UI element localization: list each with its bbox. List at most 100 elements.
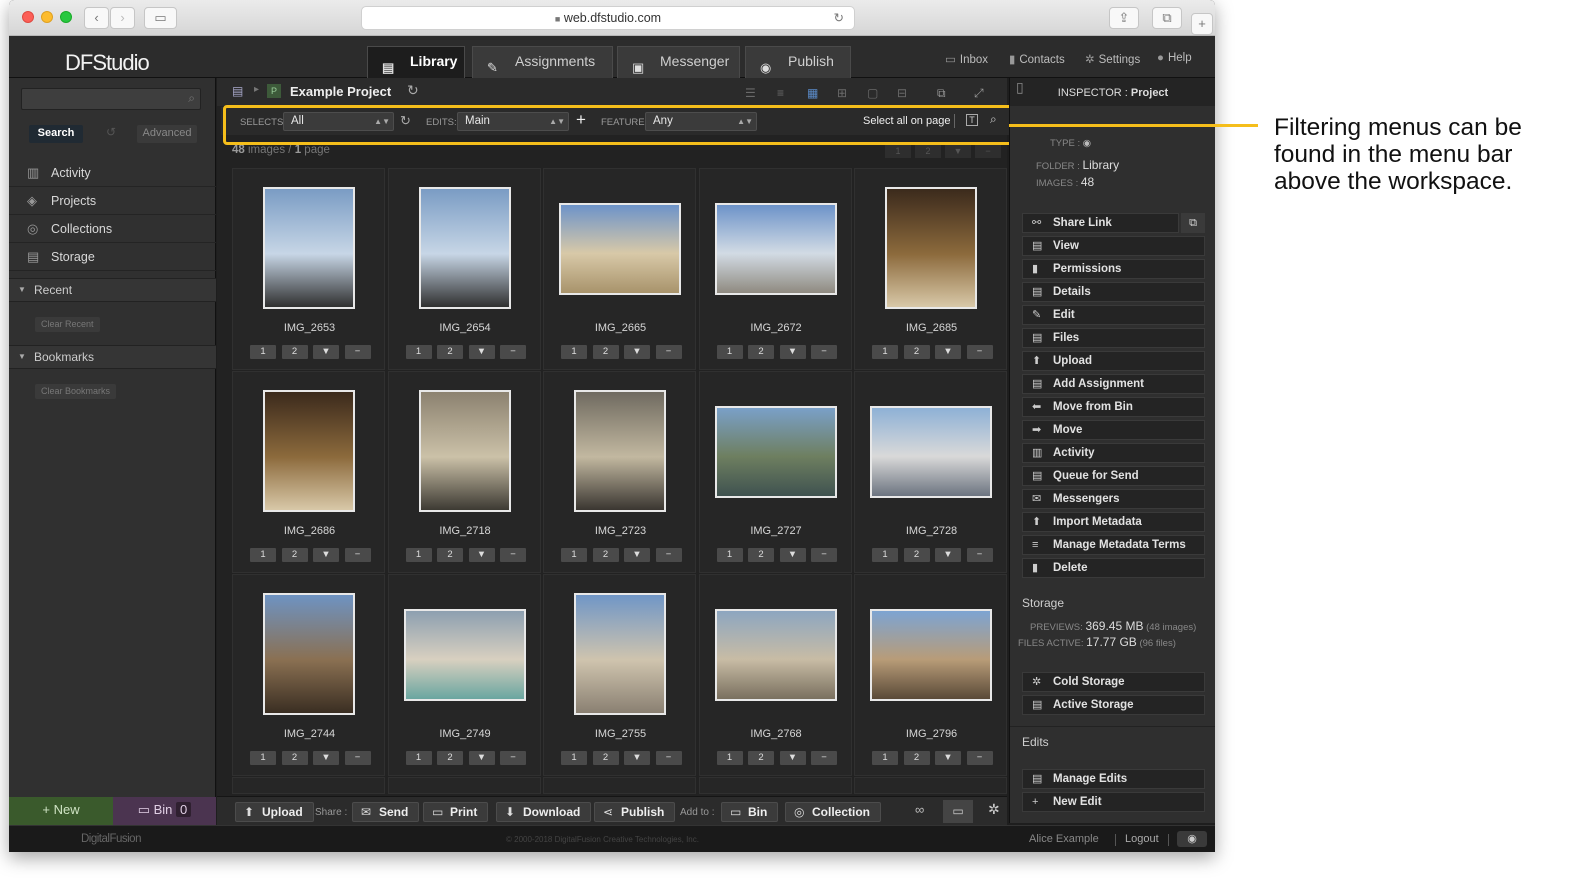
settings-link[interactable]: ✲ Settings bbox=[1085, 52, 1140, 66]
reject-button[interactable]: ▼ bbox=[935, 751, 961, 765]
image-cell[interactable] bbox=[387, 777, 541, 794]
select-2-button[interactable]: 2 bbox=[437, 345, 463, 359]
clear-button[interactable]: − bbox=[655, 751, 682, 765]
pager-reject[interactable]: ▼ bbox=[945, 144, 971, 158]
clear-bookmarks-button[interactable]: Clear Bookmarks bbox=[35, 384, 117, 399]
advanced-search-button[interactable]: Advanced bbox=[137, 125, 197, 143]
view-button[interactable]: ▤ View bbox=[1022, 236, 1205, 256]
image-thumbnail[interactable] bbox=[263, 187, 355, 309]
select-1-button[interactable]: 1 bbox=[405, 548, 432, 562]
manage-metadata-terms-button[interactable]: ≡ Manage Metadata Terms bbox=[1022, 535, 1205, 555]
clear-button[interactable]: − bbox=[344, 345, 371, 359]
close-window-button[interactable] bbox=[22, 11, 34, 23]
clear-button[interactable]: − bbox=[500, 345, 526, 359]
image-cell[interactable] bbox=[854, 777, 1007, 794]
tab-library[interactable]: ▤ Library bbox=[367, 46, 465, 78]
cold-storage-button[interactable]: ✲ Cold Storage bbox=[1022, 672, 1205, 692]
reject-button[interactable]: ▼ bbox=[468, 751, 495, 765]
reject-button[interactable]: ▼ bbox=[624, 345, 650, 359]
image-thumbnail[interactable] bbox=[574, 593, 666, 715]
clear-button[interactable]: − bbox=[811, 345, 837, 359]
image-cell[interactable]: IMG_2768 1 2 ▼ − bbox=[698, 574, 852, 776]
reject-button[interactable]: ▼ bbox=[624, 548, 650, 562]
select-1-button[interactable]: 1 bbox=[872, 548, 898, 562]
move-button[interactable]: ➡ Move bbox=[1022, 420, 1205, 440]
pager-clear[interactable]: − bbox=[975, 144, 1001, 158]
manage-edits-button[interactable]: ▤ Manage Edits bbox=[1022, 769, 1205, 789]
image-cell[interactable]: IMG_2685 1 2 ▼ − bbox=[854, 168, 1007, 370]
select-1-button[interactable]: 1 bbox=[872, 345, 898, 359]
upload-button[interactable]: ⬆ Upload bbox=[235, 802, 314, 822]
details-button[interactable]: ▤ Details bbox=[1022, 282, 1205, 302]
copy-link-icon[interactable]: ⧉ bbox=[1181, 213, 1205, 233]
clear-button[interactable]: − bbox=[966, 751, 993, 765]
download-button[interactable]: ⬇ Download bbox=[496, 802, 592, 822]
add-to-bin-button[interactable]: ▭ Bin bbox=[721, 802, 779, 822]
image-thumbnail[interactable] bbox=[870, 406, 992, 498]
large-grid-view-icon[interactable]: ⊞ bbox=[837, 86, 847, 100]
select-2-button[interactable]: 2 bbox=[748, 751, 774, 765]
clear-button[interactable]: − bbox=[966, 345, 993, 359]
share-browser-button[interactable]: ⇪ bbox=[1109, 7, 1139, 29]
select-1-button[interactable]: 1 bbox=[250, 345, 276, 359]
image-thumbnail[interactable] bbox=[714, 406, 837, 498]
select-2-button[interactable]: 2 bbox=[281, 548, 308, 562]
image-thumbnail[interactable] bbox=[418, 187, 511, 309]
reject-button[interactable]: ▼ bbox=[468, 345, 495, 359]
reject-button[interactable]: ▼ bbox=[779, 751, 806, 765]
select-2-button[interactable]: 2 bbox=[281, 345, 308, 359]
image-cell[interactable]: IMG_2744 1 2 ▼ − bbox=[232, 574, 385, 776]
single-view-icon[interactable]: ▢ bbox=[867, 86, 878, 100]
image-thumbnail[interactable] bbox=[714, 609, 837, 701]
select-1-button[interactable]: 1 bbox=[716, 751, 743, 765]
refresh-icon[interactable]: ↻ bbox=[407, 82, 419, 99]
select-1-button[interactable]: 1 bbox=[716, 548, 743, 562]
print-button[interactable]: ▭ Print bbox=[423, 802, 489, 822]
active-storage-button[interactable]: ▤ Active Storage bbox=[1022, 695, 1205, 715]
reject-button[interactable]: ▼ bbox=[779, 548, 806, 562]
image-thumbnail[interactable] bbox=[263, 390, 355, 512]
select-1-button[interactable]: 1 bbox=[561, 548, 587, 562]
clear-recent-button[interactable]: Clear Recent bbox=[35, 317, 100, 332]
inbox-link[interactable]: ▭ Inbox bbox=[945, 52, 988, 66]
image-cell[interactable] bbox=[698, 777, 852, 794]
image-cell[interactable]: IMG_2653 1 2 ▼ − bbox=[232, 168, 385, 370]
image-cell[interactable]: IMG_2718 1 2 ▼ − bbox=[387, 371, 541, 573]
sidebar-toggle-button[interactable]: ▭ bbox=[144, 7, 177, 29]
select-1-button[interactable]: 1 bbox=[561, 345, 587, 359]
new-button[interactable]: + New bbox=[9, 797, 113, 825]
image-cell[interactable]: IMG_2728 1 2 ▼ − bbox=[854, 371, 1007, 573]
select-1-button[interactable]: 1 bbox=[716, 345, 743, 359]
sidebar-item-projects[interactable]: ◈ Projects bbox=[9, 188, 216, 215]
sidebar-item-activity[interactable]: ▥ Activity bbox=[9, 160, 216, 187]
select-2-button[interactable]: 2 bbox=[748, 345, 774, 359]
compare-view-icon[interactable]: ⊟ bbox=[897, 86, 907, 100]
clear-button[interactable]: − bbox=[966, 548, 993, 562]
zoom-window-button[interactable] bbox=[60, 11, 72, 23]
back-button[interactable]: ‹ bbox=[84, 7, 109, 29]
bookmark-icon[interactable]: ▯ bbox=[1016, 72, 1024, 102]
image-cell[interactable]: IMG_2654 1 2 ▼ − bbox=[387, 168, 541, 370]
image-cell[interactable]: IMG_2727 1 2 ▼ − bbox=[698, 371, 852, 573]
messengers-button[interactable]: ✉ Messengers bbox=[1022, 489, 1205, 509]
image-thumbnail[interactable] bbox=[418, 390, 511, 512]
image-cell[interactable]: IMG_2686 1 2 ▼ − bbox=[232, 371, 385, 573]
logout-link[interactable]: Logout bbox=[1125, 833, 1159, 845]
edit-button[interactable]: ✎ Edit bbox=[1022, 305, 1205, 325]
detail-view-icon[interactable]: ≡ bbox=[777, 86, 784, 100]
select-1-button[interactable]: 1 bbox=[405, 751, 432, 765]
clear-button[interactable]: − bbox=[344, 751, 371, 765]
link-icon[interactable]: ∞ bbox=[915, 802, 924, 817]
queue-for-send-button[interactable]: ▤ Queue for Send bbox=[1022, 466, 1205, 486]
sidebar-search-input[interactable]: ⌕ bbox=[21, 88, 201, 110]
panel-toggle-icon[interactable]: ▭ bbox=[943, 800, 973, 823]
clear-button[interactable]: − bbox=[811, 548, 837, 562]
library-icon[interactable]: ▤ bbox=[232, 84, 243, 98]
reset-search-icon[interactable]: ↺ bbox=[106, 125, 116, 139]
reject-button[interactable]: ▼ bbox=[624, 751, 650, 765]
clear-button[interactable]: − bbox=[655, 548, 682, 562]
bin-button[interactable]: ▭ Bin 0 bbox=[113, 797, 216, 825]
bookmarks-section-header[interactable]: ▼ Bookmarks bbox=[9, 345, 216, 369]
eye-icon[interactable]: ◉ bbox=[1177, 831, 1207, 847]
image-cell[interactable]: IMG_2749 1 2 ▼ − bbox=[387, 574, 541, 776]
